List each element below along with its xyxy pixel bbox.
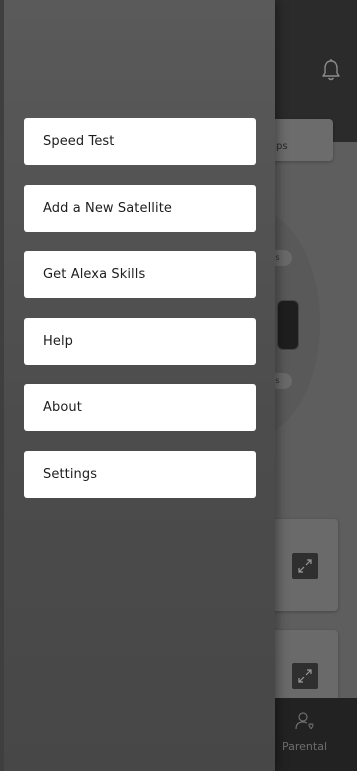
expand-button[interactable] <box>292 663 318 689</box>
background-tab-label: ps <box>276 141 288 152</box>
navigation-drawer: Speed Test Add a New Satellite Get Alexa… <box>0 0 275 771</box>
menu-item-add-satellite[interactable]: Add a New Satellite <box>24 184 256 232</box>
menu-item-alexa-skills[interactable]: Get Alexa Skills <box>24 251 256 298</box>
app-screen: ps ps es Parental Speed Test Add a New S… <box>0 0 357 771</box>
parental-user-icon <box>294 712 314 730</box>
menu-item-label: Settings <box>43 466 98 482</box>
menu-item-settings[interactable]: Settings <box>24 450 256 498</box>
menu-item-label: Help <box>43 333 74 349</box>
menu-item-help[interactable]: Help <box>24 317 256 365</box>
bell-icon[interactable] <box>320 58 342 82</box>
menu-item-label: Add a New Satellite <box>43 200 173 216</box>
menu-item-speed-test[interactable]: Speed Test <box>24 118 256 165</box>
router-device-icon <box>277 300 299 350</box>
menu-item-about[interactable]: About <box>24 384 256 431</box>
menu-item-label: About <box>43 400 82 415</box>
drawer-menu: Speed Test Add a New Satellite Get Alexa… <box>24 118 256 517</box>
expand-icon <box>298 669 312 683</box>
drawer-edge <box>0 0 4 771</box>
nav-item-parental-label: Parental <box>282 740 328 753</box>
menu-item-label: Speed Test <box>43 134 115 149</box>
nav-item-parental[interactable]: Parental <box>282 710 327 760</box>
expand-button[interactable] <box>292 553 318 579</box>
menu-item-label: Get Alexa Skills <box>43 267 146 282</box>
expand-icon <box>298 559 312 573</box>
